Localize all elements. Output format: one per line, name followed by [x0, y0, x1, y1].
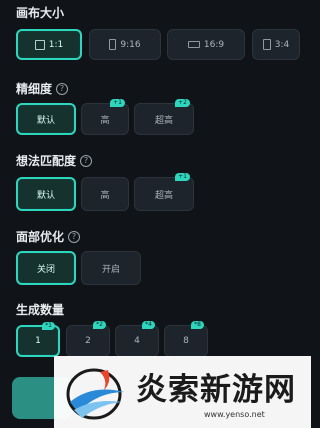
face-option-on[interactable]: 开启: [81, 251, 141, 285]
question-circle-icon[interactable]: ?: [56, 82, 69, 95]
option-label: 1:1: [48, 39, 64, 50]
canvas-option-16-9[interactable]: 16:9: [167, 29, 245, 60]
option-label: 1: [35, 336, 41, 346]
canvas-option-9-16[interactable]: 9:16: [89, 29, 161, 60]
match-option-ultra[interactable]: +1 超高: [134, 173, 194, 211]
option-label: 开启: [101, 264, 120, 275]
aspect-ratio-icon: [34, 39, 45, 50]
face-title: 面部优化 ?: [16, 228, 81, 245]
detail-label: 精细度: [16, 82, 53, 96]
option-label: 超高: [154, 115, 173, 126]
aspect-ratio-icon: [109, 39, 117, 50]
option-label: 4: [134, 336, 140, 346]
cost-badge: +1: [175, 173, 190, 181]
face-label: 面部优化: [16, 230, 65, 244]
count-label: 生成数量: [16, 303, 65, 317]
cost-badge: *8: [191, 321, 204, 329]
option-label: 关闭: [36, 264, 55, 275]
canvas-option-1-1[interactable]: 1:1: [16, 29, 82, 60]
match-option-default[interactable]: 默认: [16, 177, 76, 211]
cost-badge: +2: [175, 99, 190, 107]
option-label: 16:9: [203, 39, 225, 50]
match-title: 想法匹配度 ?: [16, 152, 93, 169]
option-label: 默认: [36, 190, 55, 201]
canvas-size-title: 画布大小: [16, 4, 64, 21]
watermark-overlay: 炎索新游网 www.yenso.net: [54, 356, 311, 428]
option-label: 高: [100, 115, 110, 126]
face-option-off[interactable]: 关闭: [16, 251, 76, 285]
cost-badge: *4: [142, 321, 155, 329]
cost-badge: +1: [110, 99, 125, 107]
count-option-8[interactable]: *8 8: [164, 321, 208, 357]
option-label: 9:16: [120, 39, 141, 50]
detail-option-default[interactable]: 默认: [16, 103, 76, 135]
option-label: 8: [183, 336, 189, 346]
watermark-title: 炎索新游网: [136, 372, 296, 408]
match-option-high[interactable]: 高: [81, 177, 129, 211]
aspect-ratio-icon: [262, 39, 271, 50]
canvas-option-3-4[interactable]: 3:4: [252, 29, 300, 60]
count-option-4[interactable]: *4 4: [115, 321, 159, 357]
option-label: 高: [100, 190, 110, 201]
count-option-1[interactable]: *1 1: [16, 322, 60, 357]
option-label: 超高: [154, 190, 173, 201]
count-option-2[interactable]: *2 2: [66, 321, 110, 357]
question-circle-icon[interactable]: ?: [68, 230, 81, 243]
aspect-ratio-icon: [187, 41, 200, 48]
count-title: 生成数量: [16, 301, 64, 318]
option-label: 3:4: [274, 39, 290, 50]
watermark-logo-icon: [66, 368, 124, 420]
watermark-url: www.yenso.net: [204, 410, 265, 419]
option-label: 2: [85, 336, 91, 346]
option-label: 默认: [36, 115, 55, 126]
cost-badge: *2: [93, 321, 106, 329]
question-circle-icon[interactable]: ?: [80, 154, 93, 167]
cost-badge: *1: [42, 322, 55, 330]
detail-option-high[interactable]: +1 高: [81, 99, 129, 135]
detail-title: 精细度 ?: [16, 80, 69, 97]
detail-option-ultra[interactable]: +2 超高: [134, 99, 194, 135]
canvas-size-label: 画布大小: [16, 6, 65, 20]
match-label: 想法匹配度: [16, 154, 77, 168]
